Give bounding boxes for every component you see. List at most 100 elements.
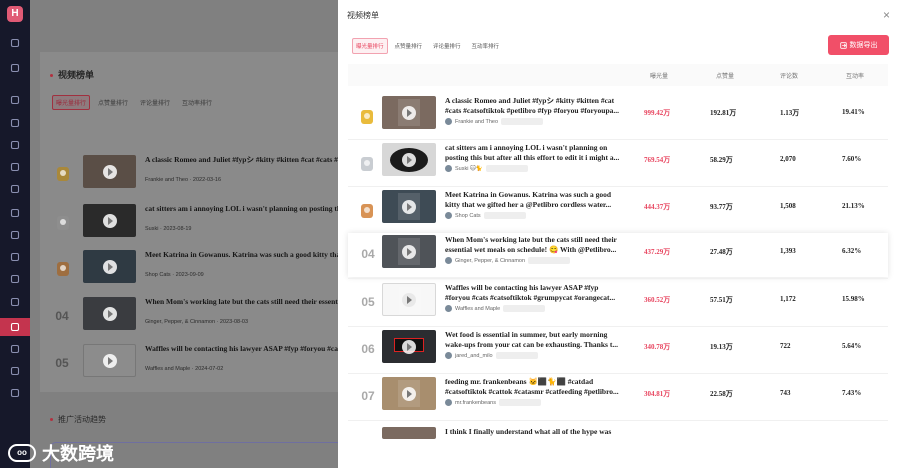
rank-number: 06 xyxy=(361,342,375,356)
author-date-blurred xyxy=(483,212,526,219)
crown-icon[interactable] xyxy=(0,318,30,336)
video-thumbnail xyxy=(83,204,136,237)
exposure-value: 999.42万 xyxy=(644,109,671,117)
column-header-exposure[interactable]: 曝光量 xyxy=(650,71,668,80)
video-thumbnail xyxy=(83,250,136,283)
star-icon[interactable] xyxy=(0,384,30,402)
video-author: Waffles and Maple xyxy=(445,305,546,312)
table-row[interactable]: 05 Waffles will be contacting his lawyer … xyxy=(348,281,888,325)
video-title: When Mom's working late but the cats sti… xyxy=(145,297,338,306)
row-divider xyxy=(348,139,888,140)
table-row[interactable]: cat sitters am i annoying LOL i wasn't p… xyxy=(348,141,888,185)
table-row[interactable]: 07 feeding mr. frankenbeans 🐱⬛🐈⬛ #catdad … xyxy=(348,375,888,419)
row-divider xyxy=(348,186,888,187)
background-promo-trend-title: 推广活动趋势 xyxy=(50,414,106,425)
rank-bronze-medal-icon xyxy=(361,204,373,218)
author-date-blurred xyxy=(495,352,538,359)
settings-icon[interactable] xyxy=(0,293,30,311)
table-row[interactable]: Meet Katrina in Gowanus. Katrina was suc… xyxy=(348,188,888,232)
background-tab[interactable]: 评论量排行 xyxy=(136,95,174,110)
box-icon[interactable] xyxy=(0,59,30,77)
video-thumbnail[interactable] xyxy=(382,427,436,439)
likes-value: 57.51万 xyxy=(710,296,733,304)
background-tab[interactable]: 互动率排行 xyxy=(178,95,216,110)
file-icon[interactable] xyxy=(0,180,30,198)
author-date-blurred xyxy=(501,118,544,125)
background-list-item: A classic Romeo and Juliet #fypシ #kitty … xyxy=(52,155,338,195)
background-tab[interactable]: 点赞量排行 xyxy=(94,95,132,110)
video-thumbnail[interactable] xyxy=(382,330,436,363)
avatar xyxy=(445,352,452,359)
column-header-comments[interactable]: 评论数 xyxy=(780,71,798,80)
tag-icon[interactable] xyxy=(0,226,30,244)
list-icon[interactable] xyxy=(0,136,30,154)
dashboard-icon[interactable] xyxy=(0,34,30,52)
column-header-rate[interactable]: 互动率 xyxy=(846,71,864,80)
video-thumbnail[interactable] xyxy=(382,235,436,268)
avatar xyxy=(445,257,452,264)
bell-icon[interactable] xyxy=(0,204,30,222)
close-icon[interactable]: × xyxy=(883,8,890,22)
video-author: Ginger, Pepper, & Cinnamon xyxy=(445,257,571,264)
play-icon[interactable] xyxy=(402,386,416,401)
interaction-rate-value: 19.41% xyxy=(842,108,865,116)
row-divider xyxy=(348,420,888,421)
rank-number: 04 xyxy=(55,309,69,323)
grid-icon[interactable] xyxy=(0,158,30,176)
play-icon[interactable] xyxy=(402,152,416,167)
user-plus-icon[interactable] xyxy=(0,340,30,358)
likes-value: 27.48万 xyxy=(710,248,733,256)
video-thumbnail[interactable] xyxy=(382,377,436,410)
rank-number: 04 xyxy=(361,247,375,261)
background-section-title: 视频榜单 xyxy=(50,68,94,81)
table-row[interactable]: 04 When Mom's working late but the cats s… xyxy=(348,233,888,277)
video-thumbnail[interactable] xyxy=(382,283,436,316)
video-meta: Shop Cats · 2023-09-09 xyxy=(145,272,204,278)
tab-ranking[interactable]: 点赞量排行 xyxy=(391,38,427,54)
likes-value: 22.58万 xyxy=(710,390,733,398)
background-tabs: 曝光量排行 点赞量排行 评论量排行 互动率排行 xyxy=(52,95,216,110)
table-row[interactable]: I think I finally understand what all of… xyxy=(348,425,888,468)
watermark: oo 大数跨境 xyxy=(8,440,114,466)
row-divider xyxy=(348,278,888,279)
background-tab[interactable]: 曝光量排行 xyxy=(52,95,91,110)
video-thumbnail[interactable] xyxy=(382,96,436,129)
video-meta: Frankie and Theo · 2022-03-16 xyxy=(145,177,222,183)
tab-ranking[interactable]: 互动率排行 xyxy=(468,38,504,54)
tab-ranking[interactable]: 评论量排行 xyxy=(429,38,465,54)
exposure-value: 444.37万 xyxy=(644,203,671,211)
wallet-icon[interactable] xyxy=(0,270,30,288)
video-thumbnail[interactable] xyxy=(382,143,436,176)
modal-title: 视频榜单 xyxy=(347,11,379,20)
play-icon[interactable] xyxy=(402,244,416,259)
video-author: jared_and_milo xyxy=(445,352,538,359)
video-thumbnail[interactable] xyxy=(382,190,436,223)
export-button[interactable]: 数据导出 xyxy=(828,35,889,55)
exposure-value: 340.78万 xyxy=(644,343,671,351)
background-list-item: 05 Waffles will be contacting his lawyer … xyxy=(52,344,338,384)
app-logo[interactable]: H xyxy=(7,6,23,22)
rank-number: 05 xyxy=(361,295,375,309)
table-row[interactable]: A classic Romeo and Juliet #fypシ #kitty … xyxy=(348,94,888,138)
play-icon xyxy=(102,213,117,228)
likes-value: 93.77万 xyxy=(710,203,733,211)
table-row[interactable]: 06 Wet food is essential in summer, but e… xyxy=(348,328,888,372)
user-icon[interactable] xyxy=(0,91,30,109)
chart-icon[interactable] xyxy=(0,114,30,132)
author-name: Waffles and Maple xyxy=(455,305,501,312)
play-icon[interactable] xyxy=(402,199,416,214)
cube-icon[interactable] xyxy=(0,248,30,266)
author-name: Frankie and Theo xyxy=(455,118,499,125)
column-header-likes[interactable]: 点赞量 xyxy=(716,71,734,80)
likes-value: 192.81万 xyxy=(710,109,737,117)
rank-medal-icon xyxy=(57,216,69,230)
video-author: Frankie and Theo xyxy=(445,118,544,125)
exposure-value: 769.54万 xyxy=(644,156,671,164)
video-title[interactable]: I think I finally understand what all of… xyxy=(445,427,625,452)
play-icon[interactable] xyxy=(402,105,416,120)
play-icon[interactable] xyxy=(402,339,416,354)
play-icon[interactable] xyxy=(402,292,416,307)
tab-ranking[interactable]: 曝光量排行 xyxy=(352,38,388,54)
comments-value: 1,508 xyxy=(780,202,796,210)
person-icon[interactable] xyxy=(0,362,30,380)
